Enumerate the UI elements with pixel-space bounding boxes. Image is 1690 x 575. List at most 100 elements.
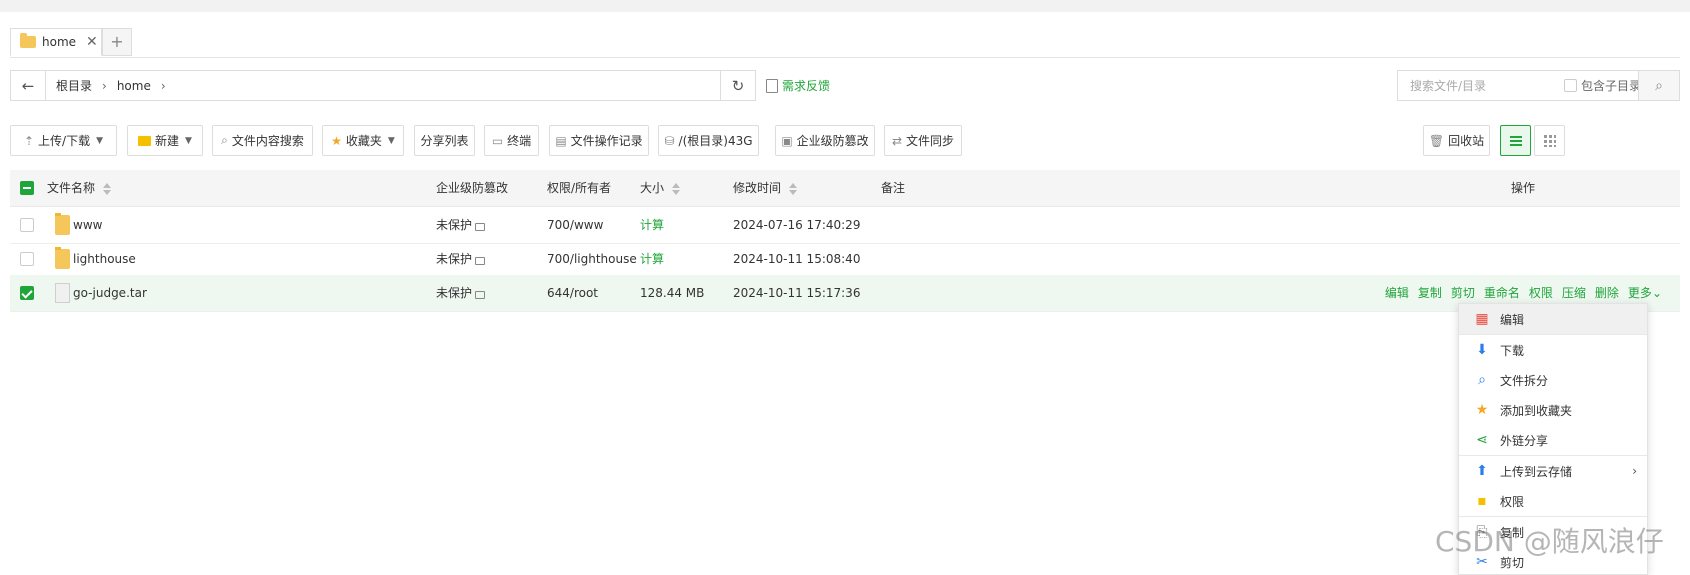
- chevron-down-icon: ▼: [96, 135, 104, 146]
- mtime: 2024-10-11 15:08:40: [733, 252, 861, 266]
- row-checkbox[interactable]: [20, 286, 34, 300]
- menu-item-label: 添加到收藏夹: [1500, 403, 1573, 418]
- table-header: 文件名称 企业级防篡改 权限/所有者 大小 修改时间 备注 操作: [10, 170, 1680, 207]
- table-row[interactable]: www 未保护 700/www 计算 2024-07-16 17:40:29: [10, 207, 1680, 244]
- permission[interactable]: 644/root: [547, 275, 598, 311]
- permission-icon: ▪: [1477, 493, 1487, 509]
- header-tamper: 企业级防篡改: [436, 181, 509, 195]
- permission[interactable]: 700/lighthouse: [547, 241, 637, 277]
- watermark: CSDN @随风浪仔: [1435, 525, 1664, 558]
- menu-item-permission[interactable]: ▪ 权限: [1459, 486, 1647, 516]
- row-checkbox[interactable]: [20, 218, 34, 232]
- include-subdir-checkbox[interactable]: 包含子目录: [1564, 77, 1641, 94]
- menu-item-edit[interactable]: ▦ 编辑: [1459, 304, 1647, 334]
- search-box: 包含子目录 ⌕: [1397, 70, 1680, 101]
- list-view-button[interactable]: [1500, 125, 1531, 156]
- header-name[interactable]: 文件名称: [47, 170, 112, 206]
- file-name[interactable]: www: [73, 207, 102, 243]
- chevron-right-icon: ›: [102, 78, 107, 93]
- menu-item-label: 文件拆分: [1500, 373, 1549, 388]
- sort-icon[interactable]: [789, 182, 798, 195]
- tamper-button[interactable]: ▣ 企业级防篡改: [775, 125, 875, 156]
- search-input[interactable]: [1408, 77, 1562, 94]
- recycle-bin-button[interactable]: 🗑 回收站: [1423, 125, 1490, 156]
- menu-item-share[interactable]: ⋖ 外链分享: [1459, 425, 1647, 455]
- split-icon: ⌕: [1478, 372, 1486, 388]
- terminal-button[interactable]: ▭ 终端: [484, 125, 539, 156]
- add-tab-button[interactable]: +: [102, 28, 132, 56]
- search-icon[interactable]: ⌕: [1638, 71, 1679, 100]
- select-all-checkbox[interactable]: [20, 181, 34, 195]
- sort-icon[interactable]: [672, 182, 681, 195]
- sync-label: 文件同步: [906, 134, 955, 148]
- copy-link[interactable]: 复制: [1418, 275, 1442, 311]
- star-icon: ★: [331, 133, 342, 148]
- tamper-status[interactable]: 未保护: [436, 241, 486, 277]
- edit-icon: ▦: [1475, 311, 1489, 327]
- favorites-button[interactable]: ★ 收藏夹 ▼: [322, 125, 404, 156]
- file-name[interactable]: go-judge.tar: [73, 275, 147, 311]
- feedback-label: 需求反馈: [782, 79, 831, 93]
- sync-icon: ⇄: [891, 133, 903, 148]
- permission[interactable]: 700/www: [547, 207, 603, 243]
- breadcrumb-home[interactable]: home: [117, 79, 151, 93]
- chevron-down-icon: ▼: [387, 135, 395, 146]
- feedback-link[interactable]: 需求反馈: [766, 77, 830, 94]
- back-arrow-icon[interactable]: ←: [11, 71, 46, 100]
- menu-item-favorite[interactable]: ★ 添加到收藏夹: [1459, 395, 1647, 425]
- tamper-label: 企业级防篡改: [796, 134, 869, 148]
- tamper-status-label: 未保护: [436, 218, 473, 232]
- upload-download-button[interactable]: ⇡ 上传/下载 ▼: [10, 125, 117, 156]
- header-name-label: 文件名称: [47, 181, 96, 195]
- star-icon: ★: [1475, 402, 1489, 418]
- upload-label: 上传/下载: [38, 134, 91, 148]
- lock-icon: [475, 256, 486, 265]
- tamper-status[interactable]: 未保护: [436, 275, 486, 311]
- new-label: 新建: [155, 134, 180, 148]
- tamper-status[interactable]: 未保护: [436, 207, 486, 243]
- tab-home[interactable]: home ✕: [10, 28, 102, 56]
- table-row[interactable]: lighthouse 未保护 700/lighthouse 计算 2024-10…: [10, 241, 1680, 278]
- share-list-label: 分享列表: [420, 134, 469, 148]
- upload-icon: ⇡: [23, 133, 35, 148]
- checkbox[interactable]: [1564, 79, 1577, 92]
- tab-label: home: [42, 35, 77, 49]
- close-icon[interactable]: ✕: [86, 34, 98, 50]
- tamper-status-label: 未保护: [436, 286, 473, 300]
- sort-icon[interactable]: [103, 182, 112, 195]
- disk-button[interactable]: ⛁ /(根目录)43G: [658, 125, 759, 156]
- grid-icon: [1543, 134, 1556, 147]
- trash-icon: 🗑: [1428, 133, 1445, 148]
- disk-label: /(根目录)43G: [678, 134, 753, 148]
- content-search-button[interactable]: ⌕ 文件内容搜索: [212, 125, 313, 156]
- table-row[interactable]: go-judge.tar 未保护 644/root 128.44 MB 2024…: [10, 275, 1680, 312]
- grid-view-button[interactable]: [1534, 125, 1565, 156]
- top-strip: [0, 0, 1690, 12]
- menu-item-label: 权限: [1500, 494, 1525, 509]
- breadcrumb-root[interactable]: 根目录: [56, 77, 92, 94]
- row-checkbox[interactable]: [20, 252, 34, 266]
- menu-item-split[interactable]: ⌕ 文件拆分: [1459, 365, 1647, 395]
- share-list-button[interactable]: 分享列表: [414, 125, 475, 156]
- share-icon: ⋖: [1476, 432, 1488, 448]
- file-name[interactable]: lighthouse: [73, 241, 136, 277]
- menu-item-upload-cloud[interactable]: ⬆ 上传到云存储 ›: [1459, 456, 1647, 486]
- size-calc[interactable]: 计算: [640, 207, 664, 243]
- file-size: 128.44 MB: [640, 286, 705, 300]
- size-calc[interactable]: 计算: [640, 241, 664, 277]
- search-icon: ⌕: [221, 133, 228, 147]
- tamper-status-label: 未保护: [436, 252, 473, 266]
- sync-button[interactable]: ⇄ 文件同步: [884, 125, 962, 156]
- edit-link[interactable]: 编辑: [1385, 275, 1409, 311]
- folder-icon: [20, 33, 36, 48]
- path-bar[interactable]: ← 根目录 › home › ↻: [10, 70, 756, 101]
- refresh-icon[interactable]: ↻: [720, 71, 755, 100]
- disk-icon: ⛁: [664, 133, 675, 148]
- menu-item-download[interactable]: ⬇ 下载: [1459, 335, 1647, 365]
- menu-item-label: 外链分享: [1500, 433, 1549, 448]
- header-size[interactable]: 大小: [640, 170, 681, 206]
- new-button[interactable]: 新建 ▼: [127, 125, 203, 156]
- download-icon: ⬇: [1476, 342, 1488, 358]
- header-mtime[interactable]: 修改时间: [733, 170, 798, 206]
- op-log-button[interactable]: ▤ 文件操作记录: [549, 125, 649, 156]
